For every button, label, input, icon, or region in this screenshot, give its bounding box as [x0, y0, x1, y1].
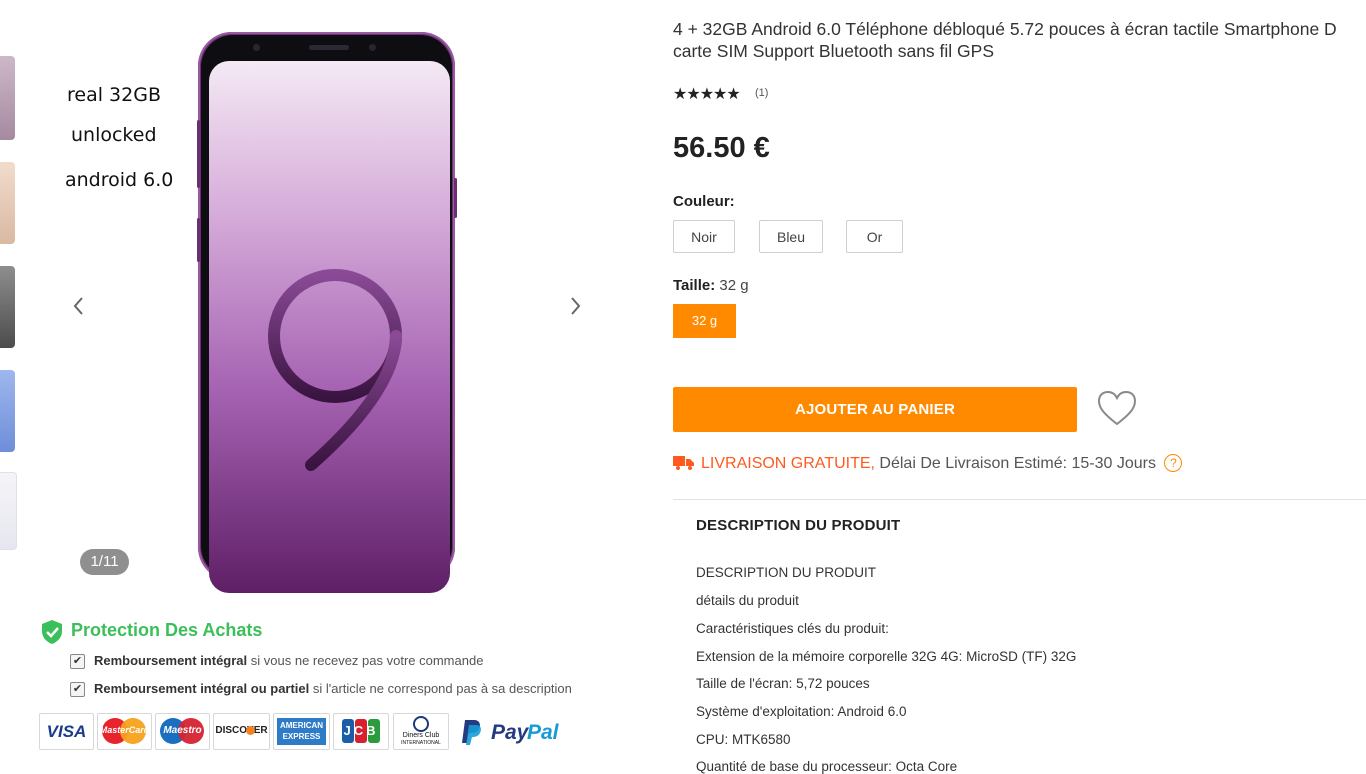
protection-item-1: Remboursement intégral si vous ne receve… [94, 653, 483, 668]
image-counter: 1/11 [80, 549, 129, 575]
diners-logo-text-1: Diners Club [402, 732, 440, 739]
truck-icon [673, 456, 694, 470]
discover-logo-text: DISCOVER [215, 725, 268, 736]
size-selected-value: 32 g [719, 277, 749, 294]
discover-logo: DISCOVER [213, 713, 270, 750]
paypal-p-icon [462, 720, 481, 745]
protection-item-2-text: si l'article ne correspond pas à sa desc… [309, 681, 572, 696]
maestro-logo-text: Maestro [163, 725, 202, 736]
jcb-logo: JCB [333, 713, 389, 750]
protection-title: Protection Des Achats [71, 620, 263, 640]
chevron-right-icon [571, 297, 581, 315]
checkbox-icon: ✔ [70, 654, 85, 669]
thumbnail-3[interactable] [0, 266, 15, 348]
image-caption-unlocked: unlocked [71, 124, 157, 146]
description-line: Système d'exploitation: Android 6.0 [696, 704, 907, 719]
protection-item-2: Remboursement intégral ou partiel si l'a… [94, 681, 572, 696]
image-caption-os: android 6.0 [65, 169, 174, 191]
description-heading[interactable]: DESCRIPTION DU PRODUIT [696, 517, 900, 534]
color-option-bleu[interactable]: Bleu [759, 220, 823, 253]
amex-logo: AMERICAN EXPRESS [273, 713, 330, 750]
thumbnail-1[interactable] [0, 56, 15, 140]
section-divider [673, 499, 1366, 500]
protection-item-1-bold: Remboursement intégral [94, 653, 248, 668]
description-line: Extension de la mémoire corporelle 32G 4… [696, 649, 1077, 664]
jcb-logo-text: JCB [343, 723, 379, 738]
paypal-logo-text-1: Pay [491, 721, 529, 744]
product-image[interactable] [198, 32, 455, 593]
product-title: 4 + 32GB Android 6.0 Téléphone débloqué … [673, 18, 1366, 62]
thumbnail-5[interactable] [0, 472, 17, 550]
description-line: Quantité de base du processeur: Octa Cor… [696, 759, 958, 774]
help-icon[interactable]: ? [1164, 454, 1183, 472]
description-line: DESCRIPTION DU PRODUIT [696, 565, 877, 580]
protection-item-1-text: si vous ne recevez pas votre commande [247, 653, 484, 668]
diners-logo-text-2: INTERNATIONAL [401, 740, 441, 746]
rating-stars-icon: ★★★★★ [673, 86, 741, 103]
heart-icon [1097, 390, 1137, 426]
description-line: détails du produit [696, 593, 799, 608]
gallery-next-button[interactable] [563, 294, 587, 318]
delivery-estimate: Délai De Livraison Estimé: 15-30 Jours [879, 455, 1156, 472]
size-option-32g[interactable]: 32 g [673, 304, 736, 338]
description-line: Taille de l'écran: 5,72 pouces [696, 676, 870, 691]
visa-logo-text: VISA [46, 722, 87, 741]
galaxy-9-logo-icon [268, 269, 402, 471]
protection-item-2-bold: Remboursement intégral ou partiel [94, 681, 310, 696]
free-shipping-text: LIVRAISON GRATUITE, [701, 455, 875, 472]
diners-club-logo: Diners Club INTERNATIONAL [393, 713, 449, 750]
checkbox-icon: ✔ [70, 682, 85, 697]
thumbnail-4[interactable] [0, 370, 15, 452]
mastercard-logo-text: MasterCard [99, 725, 150, 735]
product-title-line-2: carte SIM Support Bluetooth sans fil GPS [673, 41, 994, 61]
paypal-logo: Pay Pal [461, 716, 565, 748]
image-caption-storage: real 32GB [67, 84, 161, 106]
add-to-cart-button[interactable]: AJOUTER AU PANIER [673, 387, 1077, 432]
mastercard-logo: MasterCard [97, 713, 152, 750]
product-price: 56.50 € [673, 132, 770, 164]
thumbnail-2[interactable] [0, 162, 15, 244]
visa-logo: VISA [39, 713, 94, 750]
description-line: Caractéristiques clés du produit: [696, 621, 889, 636]
amex-logo-text-2: EXPRESS [282, 732, 321, 741]
description-line: CPU: MTK6580 [696, 732, 791, 747]
rating-count[interactable]: (1) [755, 87, 768, 99]
size-label: Taille: 32 g [673, 277, 749, 294]
product-title-line-1: 4 + 32GB Android 6.0 Téléphone débloqué … [673, 19, 1337, 39]
chevron-left-icon [73, 297, 83, 315]
gallery-prev-button[interactable] [67, 294, 91, 318]
size-label-text: Taille: [673, 277, 716, 294]
maestro-logo: Maestro [155, 713, 210, 750]
color-option-or[interactable]: Or [846, 220, 903, 253]
shipping-info: LIVRAISON GRATUITE, Délai De Livraison E… [673, 454, 1183, 473]
amex-logo-text-1: AMERICAN [279, 721, 324, 730]
color-option-noir[interactable]: Noir [673, 220, 735, 253]
shield-check-icon [42, 620, 62, 644]
color-label: Couleur: [673, 193, 735, 210]
wishlist-button[interactable] [1096, 389, 1138, 429]
paypal-logo-text-2: Pal [527, 721, 559, 744]
